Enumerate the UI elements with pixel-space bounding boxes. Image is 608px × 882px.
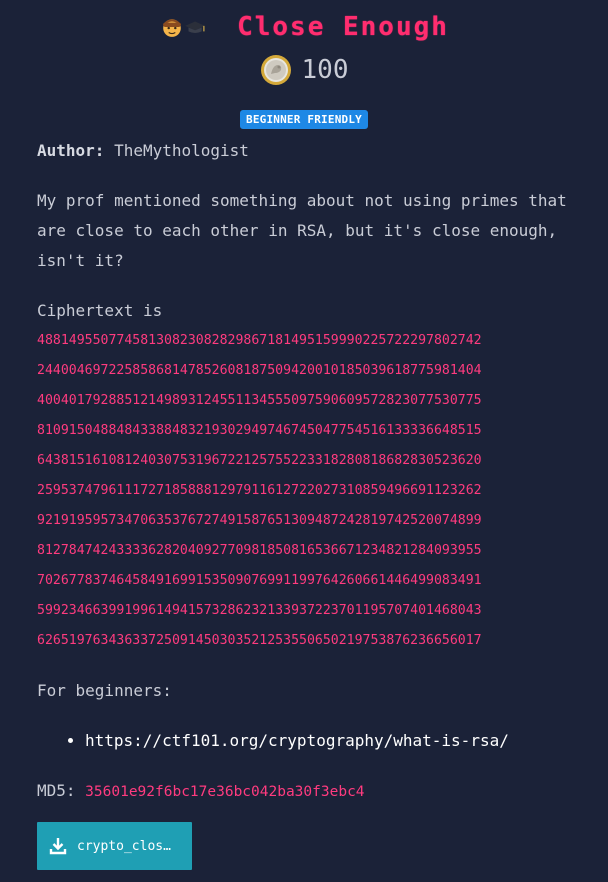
student-emoji-icon [163,19,206,37]
ciphertext-line: 8127847424333362820409277098185081653667… [37,543,482,558]
ciphertext-line: 4004017928851214989312455113455509759060… [37,393,482,408]
beginner-friendly-badge: BEGINNER FRIENDLY [240,110,368,129]
md5-value: 35601e92f6bc17e36bc042ba30f3ebc4 [85,784,365,800]
ciphertext-line: 2595374796111727185888129791161272202731… [37,483,482,498]
ciphertext-line: 5992346639919961494157328623213393722370… [37,603,482,618]
coin-icon [260,55,291,85]
ciphertext-line: 4881495507745813082308282986718149515999… [37,333,482,348]
resource-links: https://ctf101.org/cryptography/what-is-… [37,726,582,756]
description-text: My prof mentioned something about not us… [37,191,567,270]
challenge-description: Author: TheMythologist My prof mentioned… [37,136,582,827]
download-file-label: crypto_clos… [77,838,171,854]
points-row: 100 [0,54,608,86]
badge-row: BEGINNER FRIENDLY [0,108,608,129]
ciphertext-line: 8109150488484338848321930294974674504775… [37,423,482,438]
challenge-title: Close Enough [237,12,449,42]
link-item: https://ctf101.org/cryptography/what-is-… [85,726,582,756]
md5-label: MD5: [37,781,76,800]
author-label: Author: [37,141,105,160]
ciphertext-line: 6438151610812403075319672212575522331828… [37,453,482,468]
ciphertext-line: 9219195957347063537672749158765130948724… [37,513,482,528]
points-value: 100 [301,55,349,85]
rsa-guide-link[interactable]: https://ctf101.org/cryptography/what-is-… [85,731,509,750]
ciphertext-line: 6265197634363372509145030352125355065021… [37,633,482,648]
md5-line: MD5: 35601e92f6bc17e36bc042ba30f3ebc4 [37,776,582,807]
author-name: TheMythologist [114,141,249,160]
ciphertext-line: 2440046972258586814785260818750942001018… [37,363,482,378]
ciphertext-label: Ciphertext is [37,301,163,320]
author-line: Author: TheMythologist [37,136,582,166]
ciphertext-value: 4881495507745813082308282986718149515999… [37,326,582,656]
beginners-label: For beginners: [37,681,172,700]
title-row: Close Enough [0,12,608,42]
ciphertext-line: 7026778374645849169915350907699119976426… [37,573,482,588]
download-icon [49,838,67,855]
download-file-button[interactable]: crypto_clos… [37,822,192,870]
